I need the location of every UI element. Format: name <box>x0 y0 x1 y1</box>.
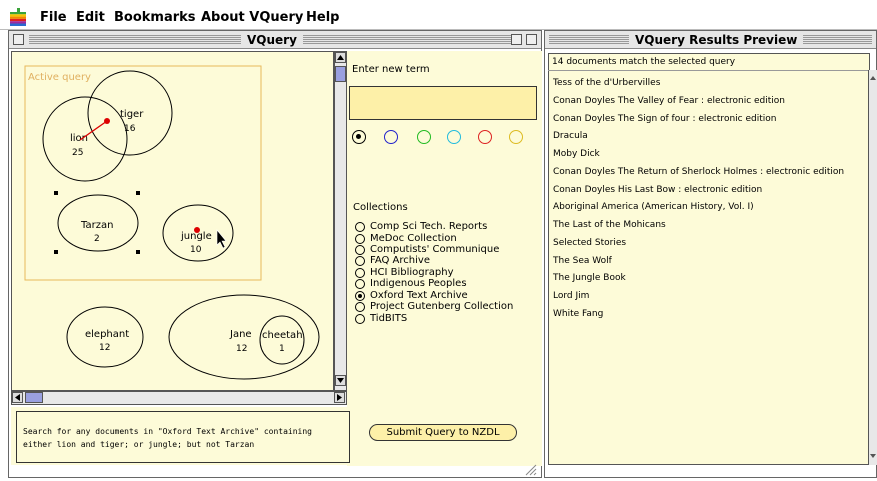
results-window-title: VQuery Results Preview <box>629 33 804 47</box>
active-query-label: Active query <box>28 72 91 83</box>
result-item[interactable]: Conan Doyles The Return of Sherlock Holm… <box>553 167 844 177</box>
result-item[interactable]: The Last of the Mohicans <box>553 220 666 230</box>
result-item[interactable]: Conan Doyles The Valley of Fear : electr… <box>553 96 785 106</box>
collapse-box-icon[interactable] <box>526 34 537 45</box>
scroll-down-icon[interactable] <box>335 375 346 386</box>
term-input[interactable] <box>349 86 537 120</box>
result-item[interactable]: Conan Doyles The Sign of four : electron… <box>553 114 776 124</box>
term-tiger-name: tiger <box>120 109 144 120</box>
scroll-thumb[interactable] <box>25 392 43 403</box>
color-yellow-radio[interactable] <box>509 130 523 144</box>
color-black-radio[interactable] <box>352 130 366 144</box>
link-handle[interactable] <box>104 118 110 124</box>
radio-icon <box>355 314 365 324</box>
result-item[interactable]: Selected Stories <box>553 238 626 248</box>
menu-help[interactable]: Help <box>306 10 339 25</box>
radio-icon <box>355 279 365 289</box>
window-title: VQuery <box>241 33 303 47</box>
result-item[interactable]: Aboriginal America (American History, Vo… <box>553 202 754 212</box>
collection-label: Indigenous Peoples <box>370 278 467 289</box>
vquery-titlebar[interactable]: VQuery <box>9 31 541 49</box>
selection-handle[interactable] <box>54 191 58 195</box>
radio-selected-icon <box>355 291 365 301</box>
term-tiger-count: 16 <box>124 124 136 134</box>
selection-handle[interactable] <box>136 191 140 195</box>
term-jane-name: Jane <box>229 329 252 340</box>
query-canvas[interactable]: Active query lion 25 tiger 16 Tarzan 2 j… <box>11 51 334 391</box>
enter-term-label: Enter new term <box>352 64 430 75</box>
scroll-right-icon[interactable] <box>334 392 345 403</box>
link-handle[interactable] <box>194 227 200 233</box>
scroll-down-icon[interactable] <box>869 452 877 460</box>
radio-icon <box>355 222 365 232</box>
term-lion[interactable]: lion 25 <box>42 96 128 182</box>
menu-bar: File Edit Bookmarks About VQuery Help <box>0 0 877 30</box>
results-scrollbar[interactable] <box>868 70 877 465</box>
query-description: Search for any documents in "Oxford Text… <box>16 411 350 463</box>
term-jane-count: 12 <box>236 344 247 354</box>
term-lion-name: lion <box>70 133 88 144</box>
mouse-cursor-icon <box>216 229 227 249</box>
color-green-radio[interactable] <box>417 130 431 144</box>
resize-grip-icon[interactable] <box>524 464 538 476</box>
scroll-up-icon[interactable] <box>335 52 346 63</box>
and-link-line <box>79 120 108 141</box>
collection-label: Comp Sci Tech. Reports <box>370 221 488 232</box>
result-item[interactable]: The Jungle Book <box>553 273 626 283</box>
canvas-vertical-scrollbar[interactable] <box>334 51 347 391</box>
term-tarzan-name: Tarzan <box>80 220 113 231</box>
term-tiger[interactable]: tiger 16 <box>87 70 173 156</box>
radio-icon <box>355 245 365 255</box>
result-item[interactable]: Lord Jim <box>553 291 589 301</box>
term-elephant-name: elephant <box>85 329 129 340</box>
scroll-thumb[interactable] <box>335 66 346 82</box>
color-blue-radio[interactable] <box>384 130 398 144</box>
term-tarzan[interactable]: Tarzan 2 <box>54 191 140 254</box>
term-cheetah-count: 1 <box>279 344 285 354</box>
collection-label: FAQ Archive <box>370 255 430 266</box>
term-lion-count: 25 <box>72 148 83 158</box>
term-cheetah[interactable]: cheetah 1 <box>259 315 305 365</box>
submit-query-button[interactable]: Submit Query to NZDL <box>369 424 517 441</box>
radio-icon <box>355 302 365 312</box>
term-jungle[interactable]: jungle 10 <box>162 204 234 262</box>
result-item[interactable]: White Fang <box>553 309 603 319</box>
color-cyan-radio[interactable] <box>447 130 461 144</box>
term-cheetah-name: cheetah <box>262 330 303 341</box>
selection-handle[interactable] <box>54 250 58 254</box>
apple-menu-icon[interactable] <box>10 8 26 26</box>
term-jungle-count: 10 <box>190 245 202 255</box>
menu-edit[interactable]: Edit <box>76 10 105 25</box>
menu-bookmarks[interactable]: Bookmarks <box>114 10 196 25</box>
term-elephant[interactable]: elephant 12 <box>66 306 144 368</box>
menu-about-vquery[interactable]: About VQuery <box>201 10 303 25</box>
scroll-left-icon[interactable] <box>12 392 23 403</box>
term-elephant-count: 12 <box>99 343 110 353</box>
results-titlebar[interactable]: VQuery Results Preview <box>545 31 876 49</box>
radio-icon <box>355 256 365 266</box>
collection-label: Project Gutenberg Collection <box>370 301 514 312</box>
collection-label: TidBITS <box>370 313 408 324</box>
results-count: 14 documents match the selected query <box>552 57 736 67</box>
selection-handle[interactable] <box>136 250 140 254</box>
result-item[interactable]: The Sea Wolf <box>553 256 612 266</box>
zoom-box-icon[interactable] <box>511 34 522 45</box>
radio-icon <box>355 268 365 278</box>
canvas-horizontal-scrollbar[interactable] <box>11 391 347 405</box>
result-item[interactable]: Moby Dick <box>553 149 600 159</box>
radio-icon <box>355 234 365 244</box>
close-box-icon[interactable] <box>13 34 24 45</box>
result-item[interactable]: Tess of the d'Urbervilles <box>553 78 660 88</box>
color-red-radio[interactable] <box>478 130 492 144</box>
term-tarzan-count: 2 <box>94 234 100 244</box>
menu-file[interactable]: File <box>40 10 67 25</box>
result-item[interactable]: Dracula <box>553 131 588 141</box>
collections-label: Collections <box>353 202 408 213</box>
result-item[interactable]: Conan Doyles His Last Bow : electronic e… <box>553 185 762 195</box>
scroll-up-icon[interactable] <box>869 74 877 82</box>
